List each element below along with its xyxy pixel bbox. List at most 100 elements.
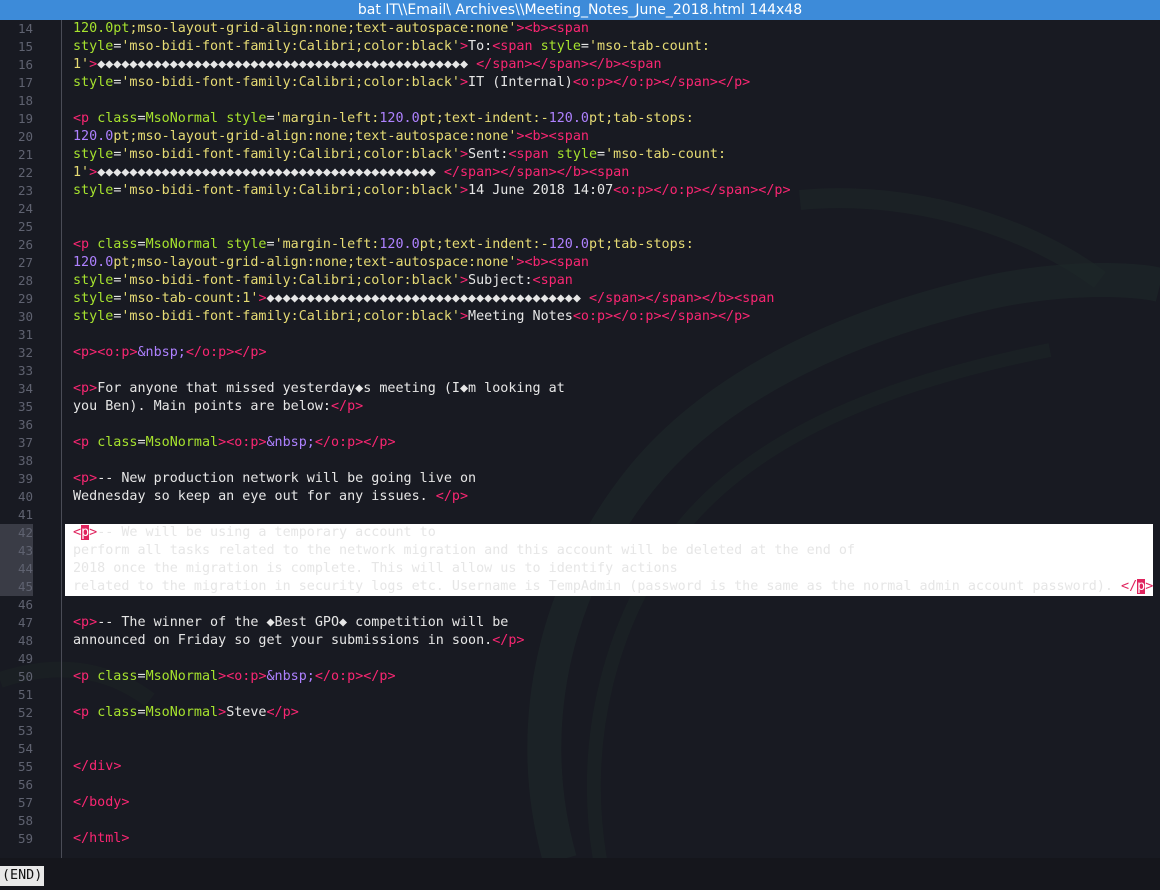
code-token: </ bbox=[1121, 579, 1138, 594]
code-token: > bbox=[258, 669, 267, 684]
code-token: > bbox=[290, 705, 299, 720]
code-token: <span bbox=[492, 39, 533, 54]
code-token: 1' bbox=[73, 165, 90, 180]
terminal-viewport[interactable]: 14 120.0pt;mso-layout-grid-align:none;tex… bbox=[0, 20, 1160, 858]
line-number: 57 bbox=[17, 795, 33, 810]
line-number: 35 bbox=[17, 399, 33, 414]
code-token: IT (Internal) bbox=[468, 75, 573, 90]
code-token: style bbox=[73, 291, 114, 306]
line-number: 32 bbox=[17, 345, 33, 360]
line-source: style='mso-bidi-font-family:Calibri;colo… bbox=[73, 182, 791, 200]
line-source: <p>-- New production network will be goi… bbox=[73, 470, 476, 488]
code-line: 31 bbox=[0, 326, 1160, 344]
code-token: <b bbox=[524, 129, 541, 144]
code-token: style bbox=[540, 39, 581, 54]
code-token: </span bbox=[500, 165, 549, 180]
code-token: 2018 once the migration is complete. Thi… bbox=[73, 561, 678, 576]
code-token: > bbox=[459, 489, 469, 504]
code-line: 46 bbox=[0, 596, 1160, 614]
code-token: </p bbox=[758, 183, 783, 198]
line-number: 36 bbox=[17, 417, 33, 432]
code-token: <span bbox=[548, 21, 589, 36]
code-token: > bbox=[218, 669, 227, 684]
code-line: 15 style='mso-bidi-font-family:Calibri;co… bbox=[0, 38, 1160, 56]
line-number: 56 bbox=[17, 777, 33, 792]
code-token: </p bbox=[435, 489, 460, 504]
code-token: </o:p bbox=[613, 75, 654, 90]
code-token: Subject: bbox=[468, 273, 533, 288]
code-token: 120.0pt bbox=[73, 21, 130, 36]
code-token: > bbox=[459, 183, 469, 198]
code-line: 16 1'>◆◆◆◆◆◆◆◆◆◆◆◆◆◆◆◆◆◆◆◆◆◆◆◆◆◆◆◆◆◆◆◆◆◆◆… bbox=[0, 56, 1160, 74]
code-token: > bbox=[540, 129, 549, 144]
code-token: > bbox=[89, 615, 98, 630]
line-source: style='mso-bidi-font-family:Calibri;colo… bbox=[73, 272, 573, 290]
code-line: 36 bbox=[0, 416, 1160, 434]
line-number: 15 bbox=[17, 39, 33, 54]
code-token: To: bbox=[468, 39, 493, 54]
window-title-bar: bat IT\\Email\ Archives\\Meeting_Notes_J… bbox=[0, 0, 1160, 20]
line-number: 34 bbox=[17, 381, 33, 396]
code-token: </span bbox=[476, 57, 525, 72]
code-token: 120.0 bbox=[548, 237, 589, 252]
code-token: ◆◆◆◆◆◆◆◆◆◆◆◆◆◆◆◆◆◆◆◆◆◆◆◆◆◆◆◆◆◆◆◆◆◆◆◆◆◆◆ bbox=[266, 291, 589, 306]
code-token: = bbox=[137, 237, 146, 252]
code-token: ◆◆◆◆◆◆◆◆◆◆◆◆◆◆◆◆◆◆◆◆◆◆◆◆◆◆◆◆◆◆◆◆◆◆◆◆◆◆◆◆… bbox=[97, 165, 444, 180]
line-number: 27 bbox=[17, 255, 33, 270]
code-token: = bbox=[137, 705, 146, 720]
line-source: <p>For anyone that missed yesterday◆s me… bbox=[73, 380, 565, 398]
code-token: 1' bbox=[73, 57, 90, 72]
line-number: 46 bbox=[17, 597, 33, 612]
line-source: 1'>◆◆◆◆◆◆◆◆◆◆◆◆◆◆◆◆◆◆◆◆◆◆◆◆◆◆◆◆◆◆◆◆◆◆◆◆◆… bbox=[73, 164, 629, 182]
code-token: > bbox=[355, 399, 364, 414]
code-line: 21 style='mso-bidi-font-family:Calibri;co… bbox=[0, 146, 1160, 164]
code-token: > bbox=[89, 165, 98, 180]
code-token: ◆◆◆◆◆◆◆◆◆◆◆◆◆◆◆◆◆◆◆◆◆◆◆◆◆◆◆◆◆◆◆◆◆◆◆◆◆◆◆◆… bbox=[97, 57, 477, 72]
line-source: style='mso-bidi-font-family:Calibri;colo… bbox=[73, 146, 726, 164]
code-token: = bbox=[137, 111, 146, 126]
code-line: 26 <p class=MsoNormal style='margin-left:… bbox=[0, 236, 1160, 254]
code-token: > bbox=[129, 345, 138, 360]
line-source: you Ben). Main points are below:</p> bbox=[73, 398, 363, 416]
code-token: > bbox=[726, 291, 735, 306]
code-token: </html bbox=[73, 831, 122, 846]
code-line: 27 120.0pt;mso-layout-grid-align:none;tex… bbox=[0, 254, 1160, 272]
code-token: <span bbox=[508, 147, 549, 162]
line-number: 48 bbox=[17, 633, 33, 648]
code-token: 120.0 bbox=[73, 255, 114, 270]
code-token: <o:p bbox=[226, 669, 259, 684]
line-number: 19 bbox=[17, 111, 33, 126]
code-token: > bbox=[540, 255, 549, 270]
code-token: > bbox=[218, 435, 227, 450]
code-token: </o:p bbox=[653, 183, 694, 198]
line-number: 38 bbox=[17, 453, 33, 468]
code-token: > bbox=[89, 381, 98, 396]
code-token: > bbox=[693, 183, 702, 198]
code-line: 14 120.0pt;mso-layout-grid-align:none;tex… bbox=[0, 20, 1160, 38]
line-source: related to the migration in security log… bbox=[73, 578, 1153, 596]
line-number: 29 bbox=[17, 291, 33, 306]
code-line: 17 style='mso-bidi-font-family:Calibri;co… bbox=[0, 74, 1160, 92]
code-line: 58 bbox=[0, 812, 1160, 830]
code-token: </span bbox=[532, 57, 581, 72]
line-source: <p>-- The winner of the ◆Best GPO◆ compe… bbox=[73, 614, 508, 632]
code-line: 22 1'>◆◆◆◆◆◆◆◆◆◆◆◆◆◆◆◆◆◆◆◆◆◆◆◆◆◆◆◆◆◆◆◆◆◆◆… bbox=[0, 164, 1160, 182]
line-source: <p class=MsoNormal><o:p>&nbsp;</o:p></p> bbox=[73, 668, 396, 686]
code-token: pt;text-indent:- bbox=[419, 237, 549, 252]
code-token: > bbox=[548, 165, 557, 180]
code-token: = bbox=[137, 669, 146, 684]
code-token: <span bbox=[588, 165, 630, 180]
line-source: </html> bbox=[73, 830, 129, 848]
code-line: 43 perform all tasks related to the netwo… bbox=[0, 542, 1160, 560]
line-number: 16 bbox=[17, 57, 33, 72]
code-token: > bbox=[605, 75, 614, 90]
code-token: class bbox=[97, 669, 138, 684]
code-token: > bbox=[742, 75, 751, 90]
code-token: > bbox=[113, 759, 122, 774]
